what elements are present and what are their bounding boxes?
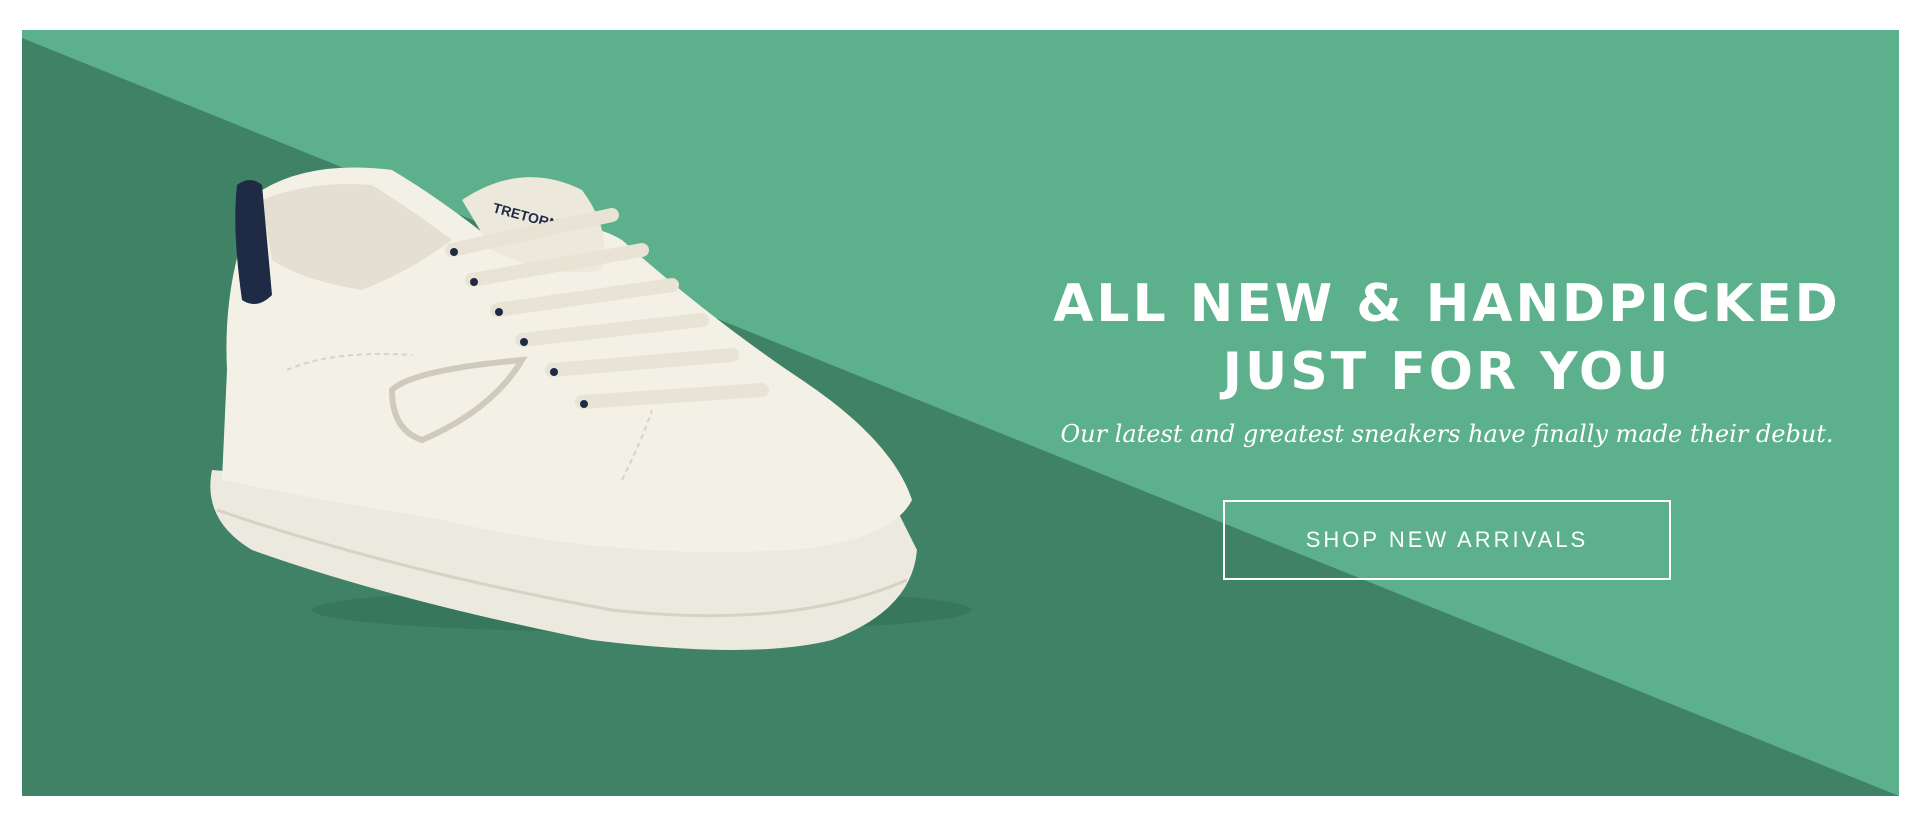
sneaker-image[interactable]: TRETORN xyxy=(192,140,992,680)
hero-headline-line1: ALL NEW & HANDPICKED xyxy=(1053,274,1841,334)
page: TRETORN ALL NEW & HANDPICKED JUST FOR YO… xyxy=(0,0,1920,825)
hero-headline: ALL NEW & HANDPICKED JUST FOR YOU xyxy=(982,270,1899,406)
hero-headline-line2: JUST FOR YOU xyxy=(1222,342,1672,402)
shop-new-arrivals-button[interactable]: SHOP NEW ARRIVALS xyxy=(1223,500,1671,580)
hero-copy: ALL NEW & HANDPICKED JUST FOR YOU Our la… xyxy=(982,270,1899,580)
hero-banner: TRETORN ALL NEW & HANDPICKED JUST FOR YO… xyxy=(22,30,1899,796)
hero-subheadline: Our latest and greatest sneakers have fi… xyxy=(1060,420,1834,448)
